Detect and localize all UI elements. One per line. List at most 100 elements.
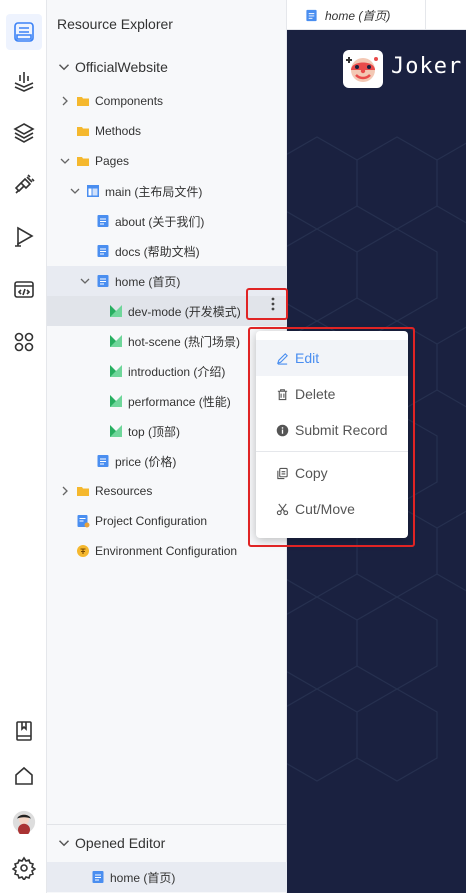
tree-item-hot-scene[interactable]: hot-scene (热门场景) xyxy=(47,326,287,356)
tree-item-main[interactable]: main (主布局文件) xyxy=(47,176,287,206)
tree-item-label: price (价格) xyxy=(115,454,177,469)
trash-icon xyxy=(277,388,288,400)
tree-item-label: introduction (介绍) xyxy=(128,364,226,379)
project-name: OfficialWebsite xyxy=(75,59,168,75)
tree-item-top[interactable]: top (顶部) xyxy=(47,416,287,446)
context-menu: Edit Delete Submit Record Copy Cut/Move xyxy=(256,331,408,538)
plug-icon[interactable] xyxy=(6,167,42,203)
tree-item-introduction[interactable]: introduction (介绍) xyxy=(47,356,287,386)
resource-explorer-panel: Resource Explorer OfficialWebsite Compon… xyxy=(47,0,287,893)
tree-item-label: Methods xyxy=(95,124,142,138)
menu-item-delete[interactable]: Delete xyxy=(256,376,408,412)
tree-item-label: about (关于我们) xyxy=(115,214,205,229)
chevron-down-icon xyxy=(70,188,80,194)
page-file-icon xyxy=(97,245,109,257)
more-options-button[interactable] xyxy=(260,289,286,319)
scene-icon xyxy=(110,305,122,317)
tree-item-label: main (主布局文件) xyxy=(105,184,203,199)
tree-item-label: hot-scene (热门场景) xyxy=(128,334,241,349)
info-icon xyxy=(276,424,289,436)
activity-bar xyxy=(0,0,47,893)
opened-editor-item-home[interactable]: home (首页) xyxy=(47,862,287,892)
menu-item-cut-move[interactable]: Cut/Move xyxy=(256,491,408,527)
tree-item-docs[interactable]: docs (帮助文档) xyxy=(47,236,287,266)
scene-icon xyxy=(110,335,122,347)
chevron-down-icon xyxy=(58,840,70,847)
tree-item-about[interactable]: about (关于我们) xyxy=(47,206,287,236)
opened-editor-title: Opened Editor xyxy=(75,835,166,851)
tree-item-project-configuration[interactable]: Project Configuration xyxy=(47,506,287,536)
tree-item-label: top (顶部) xyxy=(128,424,181,439)
opened-editor-header[interactable]: Opened Editor xyxy=(47,828,287,858)
tree-item-label: Environment Configuration xyxy=(95,544,238,558)
page-file-icon xyxy=(92,871,104,883)
apps-icon[interactable] xyxy=(6,324,42,360)
page-file-icon xyxy=(97,275,109,287)
chevron-down-icon xyxy=(60,158,70,164)
copy-icon xyxy=(277,467,288,479)
chevron-right-icon xyxy=(62,96,68,106)
scissors-icon xyxy=(276,503,289,515)
panel-title: Resource Explorer xyxy=(57,16,173,32)
tree-item-environment-configuration[interactable]: Environment Configuration xyxy=(47,536,287,566)
folder-icon xyxy=(77,487,89,496)
deploy-icon[interactable] xyxy=(6,219,42,255)
layout-icon xyxy=(87,185,99,197)
menu-item-label: Submit Record xyxy=(295,422,388,438)
folder-icon xyxy=(77,157,89,166)
menu-item-submit-record[interactable]: Submit Record xyxy=(256,412,408,448)
page-file-icon xyxy=(306,9,317,21)
menu-item-label: Cut/Move xyxy=(295,501,355,517)
project-section-header[interactable]: OfficialWebsite xyxy=(47,52,287,82)
tree-item-label: Project Configuration xyxy=(95,514,208,528)
menu-item-label: Delete xyxy=(295,386,336,402)
tree-item-price[interactable]: price (价格) xyxy=(47,446,287,476)
tree-item-home[interactable]: home (首页) xyxy=(47,266,287,296)
tree-item-label: Components xyxy=(95,94,164,108)
tree-item-label: dev-mode (开发模式) xyxy=(128,304,241,319)
chevron-right-icon xyxy=(62,486,68,496)
chevron-down-icon xyxy=(80,278,90,284)
folder-icon xyxy=(77,97,89,106)
tree-item-performance[interactable]: performance (性能) xyxy=(47,386,287,416)
code-window-icon[interactable] xyxy=(6,272,42,308)
tree-item-pages[interactable]: Pages xyxy=(47,146,287,176)
chevron-down-icon xyxy=(58,64,70,71)
tree-item-dev-mode[interactable]: dev-mode (开发模式) xyxy=(47,296,287,326)
page-file-icon xyxy=(97,455,109,467)
tree-item-methods[interactable]: Methods xyxy=(47,116,287,146)
brand-name: Joker xyxy=(391,54,463,79)
tree-item-label: Resources xyxy=(95,484,153,498)
pencil-icon xyxy=(276,352,288,365)
tab-home[interactable]: home (首页) xyxy=(295,0,426,30)
menu-item-label: Copy xyxy=(295,465,328,481)
tree-item-resources[interactable]: Resources xyxy=(47,476,287,506)
tree-item-label: Pages xyxy=(95,154,130,168)
environment-icon xyxy=(77,545,89,557)
scene-icon xyxy=(110,425,122,437)
tree-item-label: docs (帮助文档) xyxy=(115,244,200,259)
tree-item-components[interactable]: Components xyxy=(47,86,287,116)
scene-icon xyxy=(110,365,122,377)
menu-item-copy[interactable]: Copy xyxy=(256,455,408,491)
resource-explorer-icon[interactable] xyxy=(6,14,42,50)
divider xyxy=(47,824,287,825)
folder-icon xyxy=(77,127,89,136)
book-icon[interactable] xyxy=(6,713,42,749)
home-icon[interactable] xyxy=(6,758,42,794)
scene-icon xyxy=(110,395,122,407)
joker-logo xyxy=(343,50,383,88)
layers-icon[interactable] xyxy=(6,115,42,151)
config-file-icon xyxy=(77,515,90,528)
page-file-icon xyxy=(97,215,109,227)
avatar[interactable] xyxy=(6,804,42,840)
tree-item-label: home (首页) xyxy=(110,870,176,885)
editor-tab-bar: home (首页) xyxy=(287,0,466,30)
kebab-menu-icon xyxy=(271,297,275,311)
menu-item-edit[interactable]: Edit xyxy=(256,340,408,376)
tree-item-label: home (首页) xyxy=(115,274,181,289)
tree-item-label: performance (性能) xyxy=(128,394,231,409)
tab-label: home (首页) xyxy=(325,8,391,23)
settings-gear-icon[interactable] xyxy=(6,850,42,886)
chart-bars-icon[interactable] xyxy=(6,63,42,99)
